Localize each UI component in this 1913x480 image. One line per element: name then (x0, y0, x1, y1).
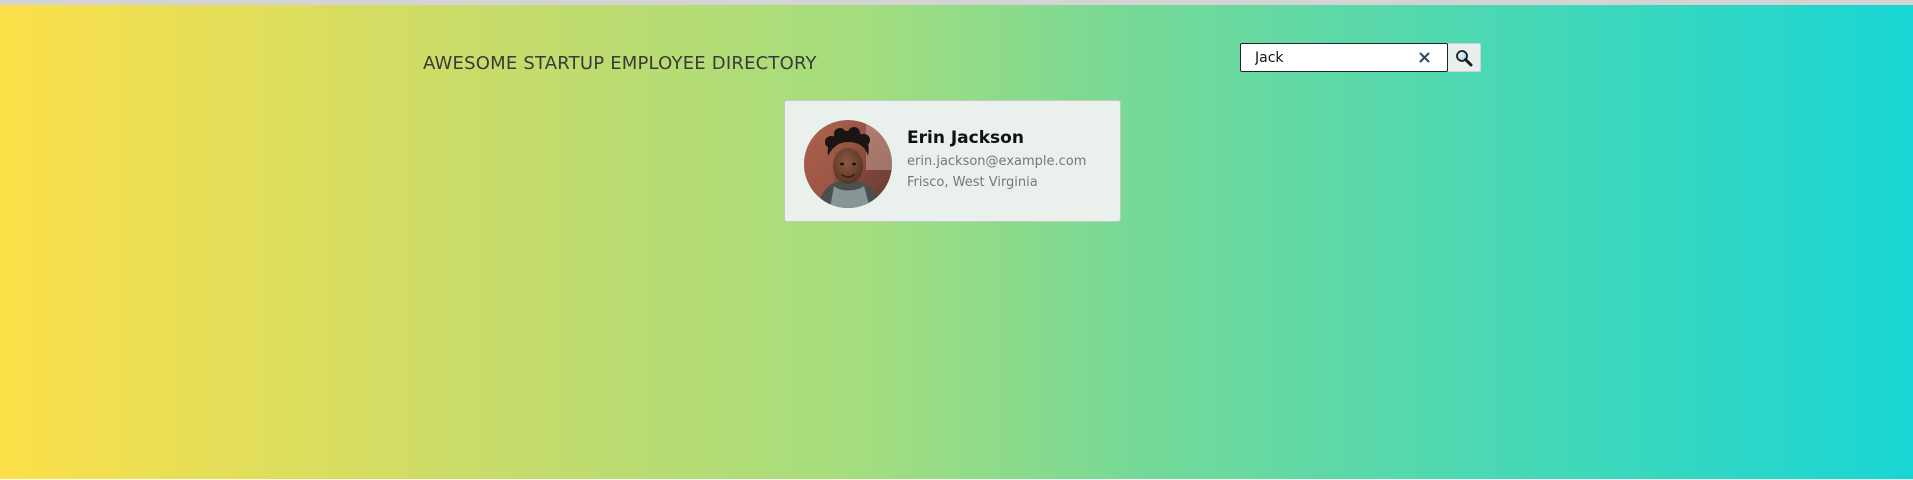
employee-name: Erin Jackson (907, 128, 1024, 148)
search-icon (1455, 49, 1473, 67)
search-form (1240, 43, 1481, 72)
employee-email: erin.jackson@example.com (907, 154, 1087, 169)
search-button[interactable] (1448, 43, 1481, 72)
employee-card[interactable]: Erin Jackson erin.jackson@example.com Fr… (784, 100, 1121, 222)
page-background (0, 5, 1913, 479)
search-input[interactable] (1241, 45, 1401, 70)
search-box (1240, 43, 1448, 72)
close-icon[interactable] (1417, 51, 1431, 65)
page-header: AWESOME STARTUP EMPLOYEE DIRECTORY (423, 48, 817, 78)
employee-info: Erin Jackson erin.jackson@example.com Fr… (907, 128, 1086, 190)
page-title: AWESOME STARTUP EMPLOYEE DIRECTORY (423, 52, 817, 74)
avatar (804, 120, 892, 208)
employee-location: Frisco, West Virginia (907, 175, 1038, 190)
